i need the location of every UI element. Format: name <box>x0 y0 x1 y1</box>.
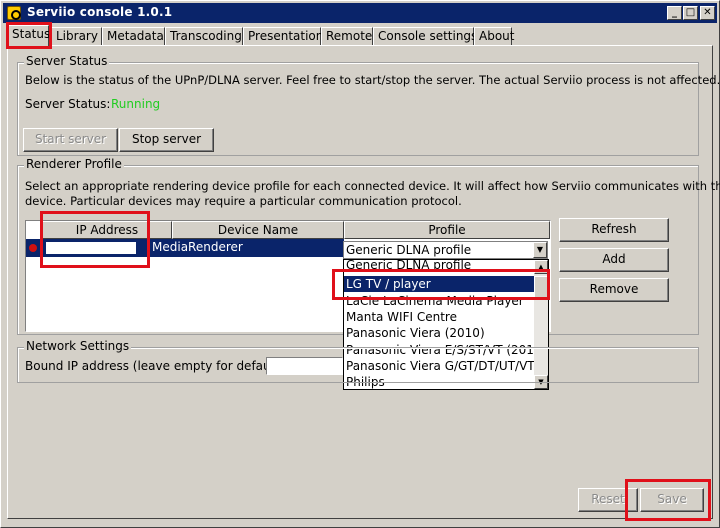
start-server-button[interactable]: Start server <box>23 128 118 152</box>
dropdown-option-panasonic-2010[interactable]: Panasonic Viera (2010) <box>344 325 534 341</box>
bound-ip-input[interactable] <box>266 357 343 375</box>
server-status-value: Running <box>111 97 161 111</box>
scroll-up-icon[interactable]: ▲ <box>534 260 548 274</box>
network-settings-legend: Network Settings <box>24 339 132 353</box>
stop-server-button[interactable]: Stop server <box>119 128 214 152</box>
renderer-profile-legend: Renderer Profile <box>24 157 124 171</box>
redacted-ip-cell <box>46 242 136 254</box>
renderer-description-line1: Select an appropriate rendering device p… <box>25 179 720 193</box>
add-button[interactable]: Add <box>559 248 669 272</box>
minimize-button[interactable]: _ <box>667 6 682 20</box>
tab-library[interactable]: Library <box>51 27 102 45</box>
tab-status[interactable]: Status <box>7 25 50 46</box>
column-device-name[interactable]: Device Name <box>172 221 344 239</box>
title-bar[interactable]: Serviio console 1.0.1 _ □ ✕ <box>3 3 717 23</box>
tab-presentation[interactable]: Presentation <box>243 27 323 45</box>
profile-select-value: Generic DLNA profile <box>346 243 472 257</box>
dropdown-option-generic[interactable]: Generic DLNA profile <box>344 260 534 270</box>
tab-about[interactable]: About <box>474 27 514 45</box>
tab-console-settings[interactable]: Console settings <box>373 27 477 45</box>
profile-select[interactable]: Generic DLNA profile ▼ <box>343 241 548 259</box>
tab-metadata[interactable]: Metadata <box>102 27 165 45</box>
bound-ip-label: Bound IP address (leave empty for defaul… <box>25 359 288 373</box>
column-profile[interactable]: Profile <box>344 221 550 239</box>
dropdown-option-lacie[interactable]: LaCie LaCinema Media Player <box>344 293 534 309</box>
window-title: Serviio console 1.0.1 <box>27 5 173 19</box>
server-status-label: Server Status: <box>25 97 111 111</box>
chevron-down-icon[interactable]: ▼ <box>533 242 547 258</box>
dropdown-option-manta[interactable]: Manta WIFI Centre <box>344 309 534 325</box>
serviio-window: Serviio console 1.0.1 _ □ ✕ Status Libra… <box>0 0 720 528</box>
reset-button[interactable]: Reset <box>578 488 638 512</box>
serviio-app-icon <box>7 6 21 20</box>
status-dot-icon <box>29 244 37 252</box>
column-ip-address[interactable]: IP Address <box>42 221 172 239</box>
server-status-legend: Server Status <box>24 54 110 68</box>
device-name-cell: MediaRenderer <box>152 240 243 254</box>
close-button[interactable]: ✕ <box>700 6 715 20</box>
renderer-description-line2: device. Particular devices may require a… <box>25 194 462 208</box>
table-row[interactable]: MediaRenderer <box>26 239 344 257</box>
tab-remote[interactable]: Remote <box>321 27 373 45</box>
refresh-button[interactable]: Refresh <box>559 218 669 242</box>
scroll-thumb[interactable] <box>534 276 548 300</box>
remove-button[interactable]: Remove <box>559 278 669 302</box>
maximize-button[interactable]: □ <box>683 6 698 20</box>
save-button[interactable]: Save <box>640 488 704 512</box>
dropdown-option-lg-tv[interactable]: LG TV / player <box>344 276 534 292</box>
server-status-description: Below is the status of the UPnP/DLNA ser… <box>25 73 720 87</box>
tab-transcoding[interactable]: Transcoding <box>165 27 243 45</box>
